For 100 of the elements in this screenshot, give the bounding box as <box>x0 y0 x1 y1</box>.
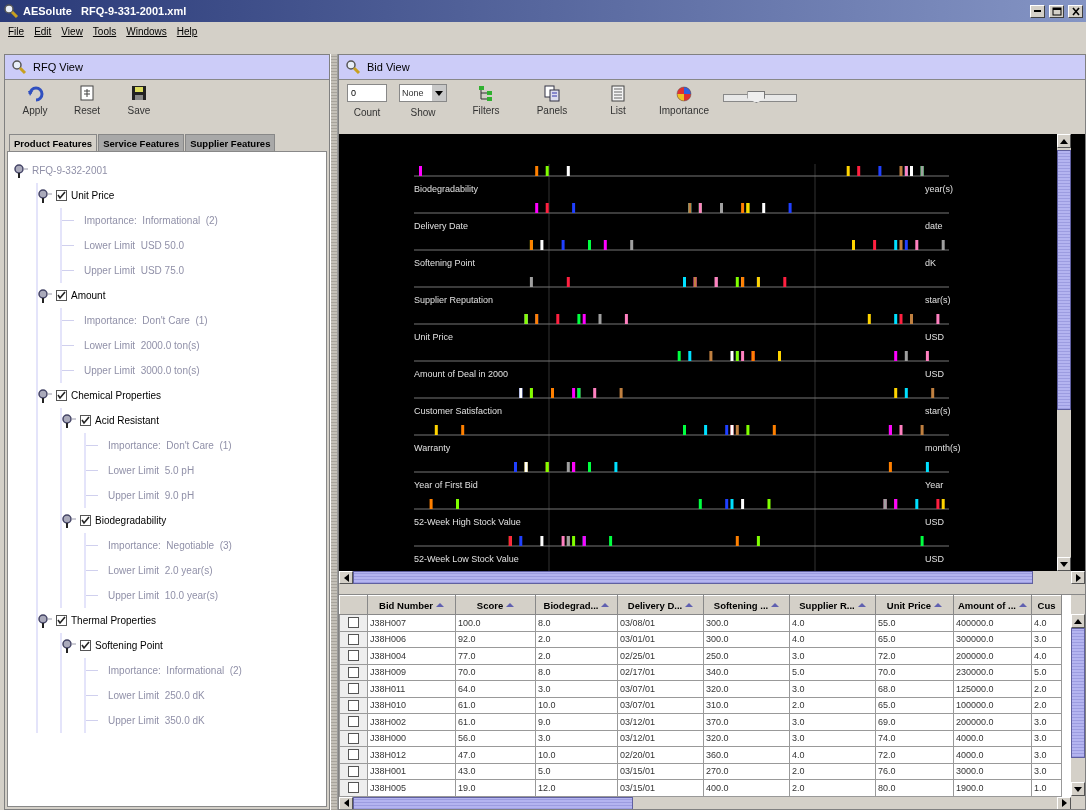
magnifier-icon <box>345 59 361 75</box>
menu-item[interactable]: Windows <box>126 25 167 37</box>
row-checkbox[interactable] <box>348 716 359 728</box>
tree-item[interactable]: Softening Point <box>95 640 163 651</box>
table-cell: 270.0 <box>703 763 790 780</box>
row-checkbox[interactable] <box>348 749 359 761</box>
table-cell: J38H006 <box>367 631 456 648</box>
checkbox[interactable] <box>56 290 67 301</box>
table-cell: 10.0 <box>535 746 618 763</box>
table-cell: 4.0 <box>1031 614 1062 631</box>
tree-item[interactable]: Chemical Properties <box>71 390 162 401</box>
checkbox[interactable] <box>80 640 91 651</box>
table-cell: 2.0 <box>789 697 876 714</box>
slider-thumb[interactable] <box>747 91 766 103</box>
tree-handle-icon <box>62 513 76 528</box>
table-cell: 65.0 <box>875 697 954 714</box>
table-cell: 03/08/01 <box>617 614 704 631</box>
minimize-button[interactable] <box>1030 4 1045 18</box>
menu-item[interactable]: Edit <box>34 25 52 37</box>
column-header[interactable]: Score <box>455 595 536 615</box>
toolbar-button[interactable]: Panels <box>525 84 579 116</box>
tab[interactable]: Service Features <box>98 134 185 151</box>
menu-item[interactable]: File <box>8 25 25 37</box>
row-checkbox[interactable] <box>348 617 359 629</box>
table-cell: 5.0 <box>1031 664 1062 681</box>
vertical-scrollbar[interactable] <box>1057 134 1071 571</box>
toolbar-button[interactable]: Filters <box>459 84 513 116</box>
checkbox[interactable] <box>80 515 91 526</box>
toolbar-button[interactable]: Reset <box>65 84 109 116</box>
table-cell: 70.0 <box>875 664 954 681</box>
table-cell: 02/20/01 <box>617 746 704 763</box>
checkbox[interactable] <box>80 415 91 426</box>
table-cell: 70.0 <box>455 664 536 681</box>
toolbar-button[interactable]: List <box>591 84 645 116</box>
column-header[interactable]: Biodegrad... <box>535 595 618 615</box>
toolbar-button[interactable]: Apply <box>13 84 57 116</box>
unit-label: month(s) <box>925 443 961 453</box>
count-field[interactable]: 0 <box>347 84 387 102</box>
row-checkbox[interactable] <box>348 650 359 662</box>
table-cell: J38H000 <box>367 730 456 747</box>
toolbar-button[interactable]: Save <box>117 84 161 116</box>
table-cell: 02/25/01 <box>617 647 704 664</box>
table-cell: 03/12/01 <box>617 730 704 747</box>
tree-item[interactable]: Acid Resistant <box>95 415 159 426</box>
row-checkbox[interactable] <box>348 666 359 678</box>
row-checkbox[interactable] <box>348 683 359 695</box>
unit-label: date <box>925 221 943 231</box>
unit-label: year(s) <box>925 184 953 194</box>
table-cell: 3.0 <box>789 680 876 697</box>
maximize-button[interactable] <box>1049 4 1064 18</box>
show-dropdown[interactable]: None <box>399 84 447 102</box>
column-header[interactable]: Delivery D... <box>617 595 704 615</box>
column-header[interactable]: Amount of ... <box>953 595 1032 615</box>
column-header[interactable]: Unit Price <box>875 595 954 615</box>
checkbox[interactable] <box>56 190 67 201</box>
table-cell: 19.0 <box>455 779 536 796</box>
column-header[interactable]: Softening ... <box>703 595 790 615</box>
unit-label: dK <box>925 258 936 268</box>
table-cell: 2.0 <box>1031 697 1062 714</box>
column-header[interactable]: Supplier R... <box>789 595 876 615</box>
tab[interactable]: Product Features <box>9 134 98 151</box>
row-checkbox[interactable] <box>348 782 359 794</box>
menu-item[interactable]: Tools <box>92 25 117 37</box>
row-checkbox[interactable] <box>348 732 359 744</box>
table-cell: 1.0 <box>1031 779 1062 796</box>
table-cell: 230000.0 <box>953 664 1032 681</box>
sort-icon <box>1019 603 1027 607</box>
table-cell: 3.0 <box>535 730 618 747</box>
table-cell: 250.0 <box>703 647 790 664</box>
up-arrow-icon <box>1074 618 1082 624</box>
tree-handle-icon <box>38 288 52 303</box>
tree-item[interactable]: Unit Price <box>71 190 115 201</box>
table-cell: 03/15/01 <box>617 779 704 796</box>
menu-item[interactable]: Help <box>176 25 198 37</box>
tab[interactable]: Supplier Features <box>185 134 276 151</box>
tree-item[interactable]: Amount <box>71 290 106 301</box>
splitter[interactable] <box>330 54 338 810</box>
checkbox[interactable] <box>56 390 67 401</box>
table-cell: 3.0 <box>789 730 876 747</box>
row-checkbox[interactable] <box>348 633 359 645</box>
tree-item[interactable]: Thermal Properties <box>71 615 157 626</box>
sort-icon <box>685 603 694 607</box>
column-header[interactable]: Cus <box>1031 595 1062 615</box>
attribute-label: 52-Week Low Stock Value <box>414 554 519 564</box>
table-cell: 3.0 <box>789 713 876 730</box>
column-header[interactable]: Bid Number <box>367 595 456 615</box>
row-checkbox[interactable] <box>348 765 359 777</box>
horizontal-scrollbar[interactable] <box>339 571 1085 584</box>
attribute-label: Customer Satisfaction <box>414 406 503 416</box>
menu-item[interactable]: View <box>61 25 83 37</box>
row-checkbox[interactable] <box>348 699 359 711</box>
close-button[interactable] <box>1068 4 1083 18</box>
table-cell: 80.0 <box>875 779 954 796</box>
checkbox[interactable] <box>56 615 67 626</box>
toolbar-button[interactable]: Importance <box>657 84 711 116</box>
sort-icon <box>857 603 866 607</box>
table-cell: 03/07/01 <box>617 680 704 697</box>
vertical-scrollbar[interactable] <box>1071 595 1085 809</box>
slider[interactable] <box>723 94 797 102</box>
tree-item[interactable]: Biodegradability <box>95 515 167 526</box>
